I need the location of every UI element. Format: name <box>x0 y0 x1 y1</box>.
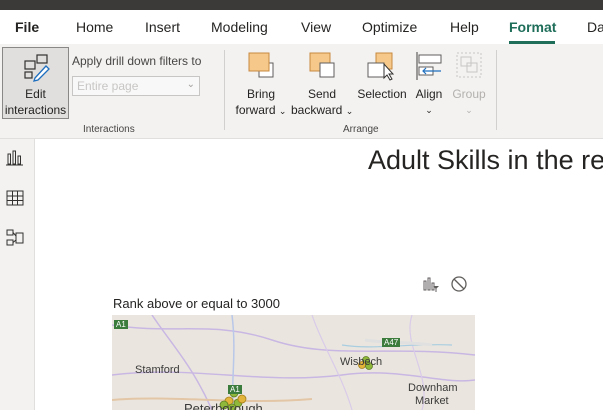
report-view-icon[interactable] <box>5 148 25 168</box>
tab-data[interactable]: Da <box>587 19 603 35</box>
chevron-down-icon: ⌄ <box>465 105 473 115</box>
bring-forward-icon <box>248 52 274 78</box>
chevron-down-icon: ⌄ <box>186 79 195 90</box>
map-label-peterborough: Peterborough <box>184 401 263 410</box>
road-sign-a1-mid: A1 <box>228 385 242 394</box>
selection-label: Selection <box>357 87 407 101</box>
map-label-wisbech: Wisbech <box>340 356 383 368</box>
tab-modeling[interactable]: Modeling <box>211 19 268 35</box>
bring-forward-button[interactable]: Bring forward ⌄ <box>233 50 289 122</box>
table-view-icon[interactable] <box>5 188 25 208</box>
group-icon <box>456 52 482 78</box>
bring-forward-line2: forward <box>235 103 276 117</box>
no-impact-icon[interactable] <box>450 275 468 293</box>
tab-format[interactable]: Format <box>509 19 556 35</box>
map-visual[interactable]: A1 A47 A1 Stamford Wisbech Downham Marke… <box>112 315 475 410</box>
drill-filter-select[interactable]: Entire page ⌄ <box>72 76 200 96</box>
tab-insert[interactable]: Insert <box>145 19 180 35</box>
road-sign-a47: A47 <box>382 338 401 347</box>
drillthrough-filter-icon[interactable] <box>422 275 440 293</box>
map-visual-title: Rank above or equal to 3000 <box>113 296 280 311</box>
edit-interactions-line2: interactions <box>4 103 67 117</box>
bring-forward-line1: Bring <box>246 87 275 101</box>
arrange-group-label: Arrange <box>343 124 379 135</box>
chevron-down-icon: ⌄ <box>345 106 354 116</box>
ribbon-separator <box>496 50 497 130</box>
tab-help[interactable]: Help <box>450 19 479 35</box>
align-label: Align <box>415 87 443 101</box>
road-sign-a1: A1 <box>114 320 128 329</box>
send-backward-icon <box>309 52 335 78</box>
selection-icon <box>367 52 395 81</box>
tab-home[interactable]: Home <box>76 19 113 35</box>
edit-interactions-icon <box>23 54 50 82</box>
map-label-downham: Downham <box>408 382 458 394</box>
tab-file[interactable]: File <box>15 19 39 35</box>
selection-pane-button[interactable]: Selection <box>356 50 408 122</box>
group-button[interactable]: Group ⌄ <box>450 50 488 122</box>
ribbon-separator <box>224 50 225 130</box>
map-label-stamford: Stamford <box>135 364 180 376</box>
send-backward-button[interactable]: Send backward ⌄ <box>291 50 353 122</box>
tab-view[interactable]: View <box>301 19 331 35</box>
chevron-down-icon: ⌄ <box>278 106 287 116</box>
ribbon: Edit interactions Apply drill down filte… <box>0 44 603 139</box>
tab-optimize[interactable]: Optimize <box>362 19 417 35</box>
send-backward-line2: backward <box>291 103 343 117</box>
align-icon <box>416 52 442 80</box>
chevron-down-icon: ⌄ <box>425 105 433 115</box>
group-label: Group <box>452 87 486 101</box>
apply-drill-label: Apply drill down filters to <box>72 54 202 68</box>
map-label-market: Market <box>415 395 449 407</box>
interactions-group-label: Interactions <box>83 124 135 135</box>
edit-interactions-line1: Edit <box>25 87 46 101</box>
drill-filter-value: Entire page <box>77 79 139 93</box>
ribbon-tabs: File Home Insert Modeling View Optimize … <box>0 10 603 44</box>
title-bar <box>0 0 603 10</box>
report-title: Adult Skills in the re <box>368 145 603 175</box>
align-button[interactable]: Align ⌄ <box>410 50 448 122</box>
send-backward-line1: Send <box>307 87 337 101</box>
view-switcher <box>0 139 35 410</box>
edit-interactions-button[interactable]: Edit interactions <box>2 47 69 119</box>
model-view-icon[interactable] <box>5 228 25 248</box>
bring-forward-line2-wrap: forward ⌄ <box>233 102 289 119</box>
send-backward-line2-wrap: backward ⌄ <box>291 102 353 119</box>
